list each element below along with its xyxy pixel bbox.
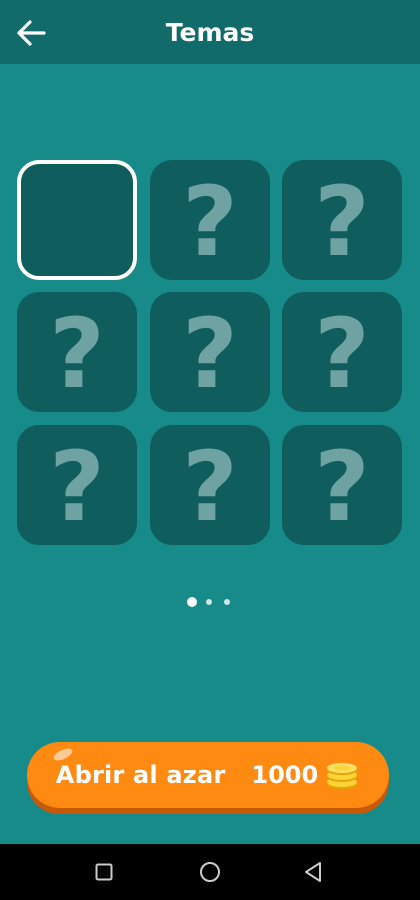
home-button[interactable]: [196, 858, 224, 886]
page-indicator: [0, 597, 420, 609]
question-mark-icon: ?: [182, 166, 238, 278]
price-label: 1000: [251, 761, 319, 789]
theme-tile-9[interactable]: ?: [282, 425, 402, 545]
page-dot-1[interactable]: [187, 597, 197, 607]
open-random-button[interactable]: Abrir al azar 1000: [27, 742, 389, 808]
question-mark-icon: ?: [314, 431, 370, 543]
top-app-bar: Temas: [0, 0, 420, 64]
theme-tile-7[interactable]: ?: [17, 425, 137, 545]
question-mark-icon: ?: [314, 166, 370, 278]
theme-tile-1[interactable]: [17, 160, 137, 280]
question-mark-icon: ?: [314, 298, 370, 410]
question-mark-icon: ?: [182, 298, 238, 410]
system-nav-bar: [0, 844, 420, 900]
page-dot-2[interactable]: [206, 599, 212, 605]
theme-tile-5[interactable]: ?: [150, 292, 270, 412]
theme-tile-2[interactable]: ?: [150, 160, 270, 280]
theme-tile-4[interactable]: ?: [17, 292, 137, 412]
circle-icon: [200, 862, 220, 882]
recents-button[interactable]: [90, 858, 118, 886]
question-mark-icon: ?: [182, 431, 238, 543]
question-mark-icon: ?: [49, 431, 105, 543]
open-random-label: Abrir al azar: [55, 761, 226, 789]
system-back-button[interactable]: [299, 858, 327, 886]
question-mark-icon: ?: [49, 298, 105, 410]
page-dot-3[interactable]: [224, 599, 230, 605]
theme-tile-6[interactable]: ?: [282, 292, 402, 412]
theme-tile-8[interactable]: ?: [150, 425, 270, 545]
square-icon: [95, 863, 113, 881]
triangle-back-icon: [305, 862, 321, 882]
theme-tile-3[interactable]: ?: [282, 160, 402, 280]
page-title: Temas: [165, 18, 255, 47]
coins-icon: [327, 763, 358, 789]
